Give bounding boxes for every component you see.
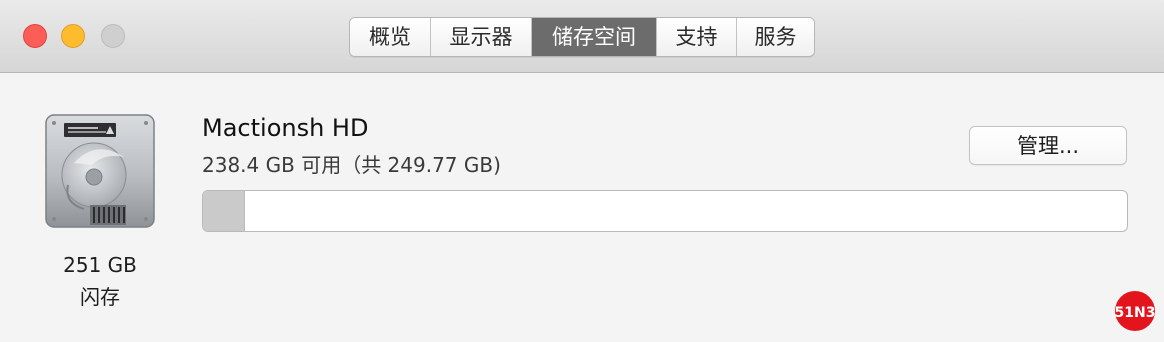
tab-support[interactable]: 支持 xyxy=(657,18,737,56)
watermark-logo: 51N3 xyxy=(1115,291,1156,331)
disk-usage-text: 238.4 GB 可用（共 249.77 GB) xyxy=(202,153,501,177)
manage-button[interactable]: 管理... xyxy=(969,126,1127,165)
disk-type-label: 闪存 xyxy=(80,285,120,309)
tab-displays[interactable]: 显示器 xyxy=(431,18,532,56)
storage-used-segment xyxy=(203,191,245,231)
svg-text:51N3: 51N3 xyxy=(1115,305,1156,321)
tab-storage[interactable]: 储存空间 xyxy=(532,18,657,56)
disk-name: Mactionsh HD xyxy=(202,114,369,142)
hard-drive-icon xyxy=(45,114,155,228)
close-window-button[interactable] xyxy=(23,24,47,48)
minimize-window-button[interactable] xyxy=(61,24,85,48)
tab-bar: 概览 显示器 储存空间 支持 服务 xyxy=(349,17,815,57)
tab-overview[interactable]: 概览 xyxy=(350,18,431,56)
storage-usage-bar xyxy=(202,190,1128,232)
tab-service[interactable]: 服务 xyxy=(737,18,814,56)
about-this-mac-window: 概览 显示器 储存空间 支持 服务 251 GB 闪存 Mactionsh HD… xyxy=(0,0,1164,342)
maximize-window-button[interactable] xyxy=(101,24,125,48)
toolbar: 概览 显示器 储存空间 支持 服务 xyxy=(0,0,1164,73)
disk-capacity-label: 251 GB xyxy=(63,253,137,277)
